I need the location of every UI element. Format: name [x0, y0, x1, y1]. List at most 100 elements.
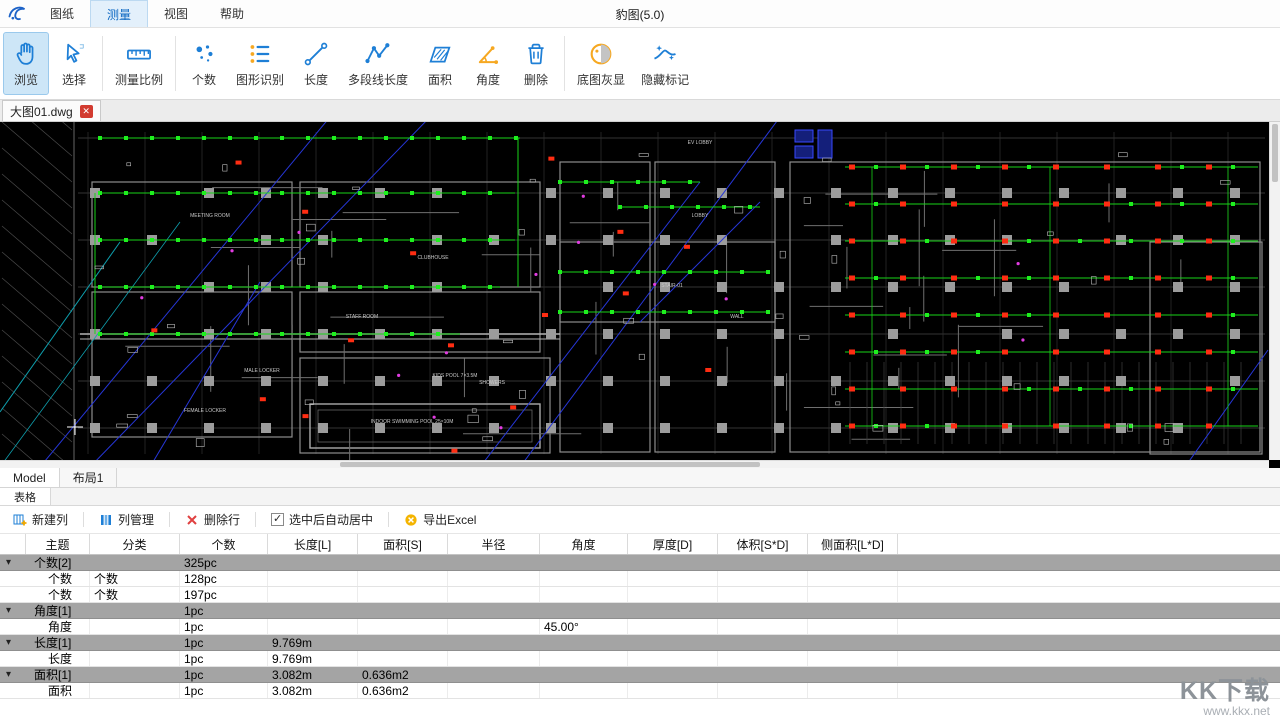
table-cell [448, 683, 540, 698]
cad-viewport[interactable]: MEETING ROOMCLUBHOUSESTAFF ROOMKIDS POOL… [0, 122, 1280, 468]
document-tab-label: 大图01.dwg [10, 103, 73, 120]
tab-table[interactable]: 表格 [0, 488, 51, 505]
table-cell [448, 571, 540, 586]
menu-tab-view[interactable]: 视图 [148, 0, 204, 27]
toolbar-separator [255, 512, 256, 527]
document-tab[interactable]: 大图01.dwg ✕ [2, 100, 101, 121]
measurement-table: 主题分类个数长度[L]面积[S]半径角度厚度[D]体积[S*D]侧面积[L*D]… [0, 534, 1280, 720]
table-cell [540, 635, 628, 650]
table-cell: 个数 [26, 571, 90, 586]
table-cell [268, 603, 358, 618]
table-cell: 3.082m [268, 667, 358, 682]
export-excel-icon [404, 513, 418, 527]
table-row[interactable]: 长度1pc9.769m [0, 651, 1280, 667]
table-cell: 1pc [180, 683, 268, 698]
column-manage-button[interactable]: 列管理 [94, 509, 159, 530]
tool-select[interactable]: 选择 [51, 32, 97, 95]
table-cell [90, 555, 180, 570]
tool-shape-recognition[interactable]: 图形识别 [229, 32, 291, 95]
tool-gray-display[interactable]: 底图灰显 [570, 32, 632, 95]
toolbar-separator [169, 512, 170, 527]
hide-marks-icon [650, 39, 680, 69]
column-header[interactable]: 半径 [448, 534, 540, 554]
svg-text:CLUBHOUSE: CLUBHOUSE [417, 255, 449, 261]
menu-tab-drawings[interactable]: 图纸 [34, 0, 90, 27]
row-indent [0, 651, 26, 666]
menu-tab-help[interactable]: 帮助 [204, 0, 260, 27]
column-header[interactable]: 面积[S] [358, 534, 448, 554]
table-row[interactable]: ▾角度[1]1pc [0, 603, 1280, 619]
tool-label: 选择 [62, 71, 86, 88]
tool-label: 角度 [476, 71, 500, 88]
tool-measure-scale[interactable]: 测量比例 [108, 32, 170, 95]
table-cell: 325pc [180, 555, 268, 570]
table-cell [358, 603, 448, 618]
expand-arrow-icon[interactable]: ▾ [0, 555, 26, 570]
area-icon [425, 39, 455, 69]
column-header[interactable]: 个数 [180, 534, 268, 554]
table-cell [448, 619, 540, 634]
close-icon[interactable]: ✕ [80, 105, 93, 118]
vertical-scrollbar[interactable] [1269, 122, 1280, 460]
cad-drawing[interactable]: MEETING ROOMCLUBHOUSESTAFF ROOMKIDS POOL… [0, 122, 1269, 460]
table-cell [540, 683, 628, 698]
table-row[interactable]: 面积1pc3.082m0.636m2 [0, 683, 1280, 699]
table-cell [90, 619, 180, 634]
column-header[interactable]: 侧面积[L*D] [808, 534, 898, 554]
horizontal-scrollbar[interactable] [0, 460, 1269, 468]
tool-hide-marks[interactable]: 隐藏标记 [634, 32, 696, 95]
table-cell [628, 667, 718, 682]
table-row[interactable]: ▾面积[1]1pc3.082m0.636m2 [0, 667, 1280, 683]
tool-length[interactable]: 长度 [293, 32, 339, 95]
delete-row-button[interactable]: 删除行 [180, 509, 245, 530]
tool-angle[interactable]: 角度 [465, 32, 511, 95]
table-cell [90, 651, 180, 666]
vertical-scrollbar-thumb[interactable] [1272, 124, 1278, 182]
column-header[interactable]: 厚度[D] [628, 534, 718, 554]
table-cell: 角度 [26, 619, 90, 634]
toolbar-separator [388, 512, 389, 527]
table-cell: 面积 [26, 683, 90, 698]
column-manage-icon [99, 513, 113, 527]
expand-arrow-icon[interactable]: ▾ [0, 635, 26, 650]
table-cell: 面积[1] [26, 667, 90, 682]
hand-icon [11, 39, 41, 69]
column-header[interactable]: 分类 [90, 534, 180, 554]
tool-browse[interactable]: 浏览 [3, 32, 49, 95]
table-body: ▾个数[2]325pc个数个数128pc个数个数197pc▾角度[1]1pc角度… [0, 555, 1280, 699]
tool-delete[interactable]: 删除 [513, 32, 559, 95]
table-row[interactable]: ▾长度[1]1pc9.769m [0, 635, 1280, 651]
table-cell [90, 635, 180, 650]
table-cell [628, 683, 718, 698]
expand-arrow-icon[interactable]: ▾ [0, 667, 26, 682]
menu-tab-measure[interactable]: 测量 [90, 0, 148, 27]
new-column-button[interactable]: 新建列 [8, 509, 73, 530]
tool-polyline-length[interactable]: 多段线长度 [341, 32, 415, 95]
table-cell: 1pc [180, 603, 268, 618]
table-row[interactable]: 角度1pc45.00° [0, 619, 1280, 635]
horizontal-scrollbar-thumb[interactable] [340, 462, 760, 467]
auto-center-checkbox[interactable]: ✓ [271, 513, 284, 526]
table-row[interactable]: 个数个数128pc [0, 571, 1280, 587]
column-header[interactable]: 体积[S*D] [718, 534, 808, 554]
table-cell: 1pc [180, 667, 268, 682]
table-toolbar: 新建列 列管理 删除行 ✓ 选中后自动居中 导出Excel [0, 506, 1280, 534]
auto-center-toggle[interactable]: ✓ 选中后自动居中 [266, 509, 378, 530]
column-header[interactable]: 主题 [26, 534, 90, 554]
table-row[interactable]: 个数个数197pc [0, 587, 1280, 603]
polyline-length-icon [363, 39, 393, 69]
expand-arrow-icon[interactable]: ▾ [0, 603, 26, 618]
column-header[interactable]: 角度 [540, 534, 628, 554]
table-cell [358, 619, 448, 634]
app-window: 图纸 测量 视图 帮助 豹图(5.0) 浏览 选择 测量比例 [0, 0, 1280, 720]
table-cell [540, 555, 628, 570]
column-header[interactable]: 长度[L] [268, 534, 358, 554]
tool-label: 个数 [192, 71, 216, 88]
tool-count[interactable]: 个数 [181, 32, 227, 95]
tab-model[interactable]: Model [0, 468, 60, 487]
table-row[interactable]: ▾个数[2]325pc [0, 555, 1280, 571]
export-excel-button[interactable]: 导出Excel [399, 509, 481, 530]
tool-area[interactable]: 面积 [417, 32, 463, 95]
table-cell [448, 555, 540, 570]
tab-layout1[interactable]: 布局1 [60, 468, 118, 487]
